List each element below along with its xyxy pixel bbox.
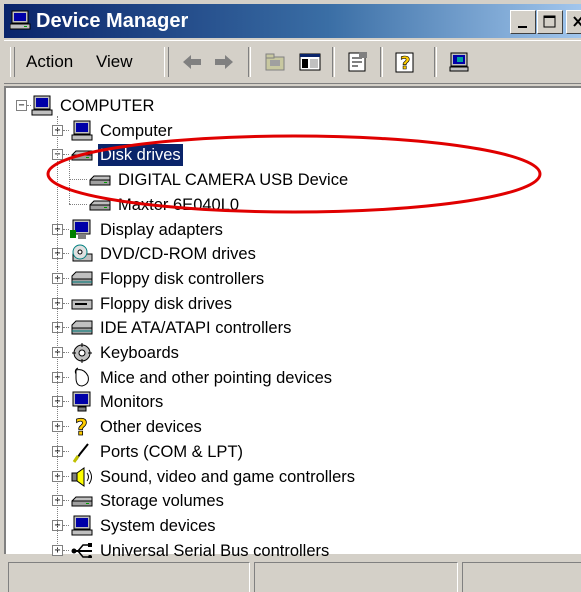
menu-action-label: Action [26, 52, 74, 71]
tree-connector [69, 203, 87, 205]
tree-connector [63, 475, 69, 477]
question-icon: ? [75, 416, 89, 439]
disk-drive-icon [89, 200, 111, 211]
mouse-icon [74, 367, 89, 387]
tree-item-label: Display adapters [100, 220, 223, 239]
menu-view-label: View [96, 52, 133, 71]
controller-icon [71, 320, 93, 335]
computer-icon [71, 515, 93, 536]
status-bar [4, 558, 581, 592]
tree-connector [63, 253, 69, 255]
tree-connector [63, 450, 69, 452]
tree-connector [63, 277, 69, 279]
status-pane [8, 562, 250, 592]
keyboard-icon [72, 343, 92, 363]
toolbar-separator [380, 47, 383, 77]
tree-item-label: System devices [100, 516, 216, 535]
disk-drive-icon [71, 496, 93, 507]
close-icon [573, 16, 581, 27]
maximize-button[interactable] [537, 10, 563, 34]
status-pane [462, 562, 581, 592]
tree-connector [63, 302, 69, 304]
back-arrow-icon [183, 55, 201, 69]
tree-item-label: IDE ATA/ATAPI controllers [100, 319, 292, 338]
tree-connector [63, 524, 69, 526]
sound-icon [71, 466, 92, 487]
svg-text:?: ? [400, 53, 410, 74]
tree-item-label: DVD/CD-ROM drives [100, 245, 256, 264]
computer-icon [31, 95, 53, 116]
toolbar-separator [248, 47, 251, 77]
tree-connector [63, 129, 69, 131]
tree-connector [63, 376, 69, 378]
toolbar-grip[interactable] [164, 47, 169, 77]
minimize-icon [518, 26, 527, 28]
tree-connector [63, 549, 69, 551]
tree-item-label: Computer [100, 121, 173, 140]
folder-up-icon [265, 53, 285, 71]
tree-connector [63, 426, 69, 428]
menu-toolbar: Action View ? [4, 40, 581, 84]
floppy-drive-icon [71, 299, 93, 310]
properties-button[interactable] [342, 47, 374, 77]
scan-hardware-icon [449, 52, 469, 72]
controller-icon [71, 271, 93, 286]
tree-item-label: Monitors [100, 393, 164, 412]
tree-item-label: Floppy disk controllers [100, 269, 265, 288]
show-hide-tree-button[interactable] [294, 47, 326, 77]
tree-item-label: Other devices [100, 418, 202, 437]
help-button[interactable]: ? [390, 47, 422, 77]
tree-item-label: Maxtor 6E040L0 [118, 195, 240, 214]
back-button[interactable] [176, 47, 208, 77]
up-level-button[interactable] [260, 47, 292, 77]
help-icon: ? [395, 52, 414, 74]
tree-connector [69, 160, 70, 204]
toolbar-separator [332, 47, 335, 77]
scan-hardware-button[interactable] [444, 47, 476, 77]
device-manager-window: Device Manager Action View ? − COMPUTER … [0, 0, 581, 592]
close-button[interactable] [566, 10, 581, 34]
title-bar[interactable]: Device Manager [4, 4, 581, 38]
tree-item-label: Disk drives [98, 144, 183, 167]
port-icon [72, 443, 89, 463]
tree-item-label: Ports (COM & LPT) [100, 442, 244, 461]
minimize-button[interactable] [510, 10, 536, 34]
maximize-icon [543, 15, 556, 28]
tree-item-label: DIGITAL CAMERA USB Device [118, 171, 349, 190]
svg-text:?: ? [75, 416, 88, 439]
display-adapter-icon [70, 219, 91, 239]
console-tree-icon [299, 53, 321, 71]
tree-item-label: Sound, video and game controllers [100, 467, 355, 486]
disk-drive-icon [89, 175, 111, 186]
tree-item-label: Mice and other pointing devices [100, 368, 333, 387]
device-tree[interactable]: − COMPUTER + Computer − Disk drives DIGITAL CA… [4, 86, 581, 560]
properties-icon [348, 52, 367, 72]
tree-connector [63, 500, 69, 502]
tree-connector [63, 327, 69, 329]
menu-action[interactable]: Action [26, 52, 73, 72]
disk-drive-icon [71, 150, 93, 161]
menu-view[interactable]: View [96, 52, 133, 72]
monitor-icon [72, 391, 91, 412]
status-pane [254, 562, 458, 592]
window-title: Device Manager [36, 10, 189, 32]
tree-connector [63, 401, 69, 403]
tree-connector [63, 352, 69, 353]
tree-connector [63, 154, 69, 156]
computer-icon [71, 120, 93, 141]
tree-connector [69, 179, 87, 181]
tree-item-label: Storage volumes [100, 492, 224, 511]
device-manager-icon [10, 10, 31, 30]
tree-item-label: COMPUTER [60, 97, 155, 115]
tree-connector [57, 116, 58, 550]
toolbar-grip[interactable] [10, 47, 15, 77]
toolbar-separator [434, 47, 437, 77]
forward-arrow-icon [215, 55, 233, 69]
tree-item-label: Keyboards [100, 344, 179, 362]
tree-item-label: Floppy disk drives [100, 294, 233, 313]
cdrom-icon [72, 244, 93, 262]
collapse-toggle[interactable]: − [16, 100, 27, 111]
tree-connector [63, 228, 69, 230]
forward-button[interactable] [208, 47, 240, 77]
